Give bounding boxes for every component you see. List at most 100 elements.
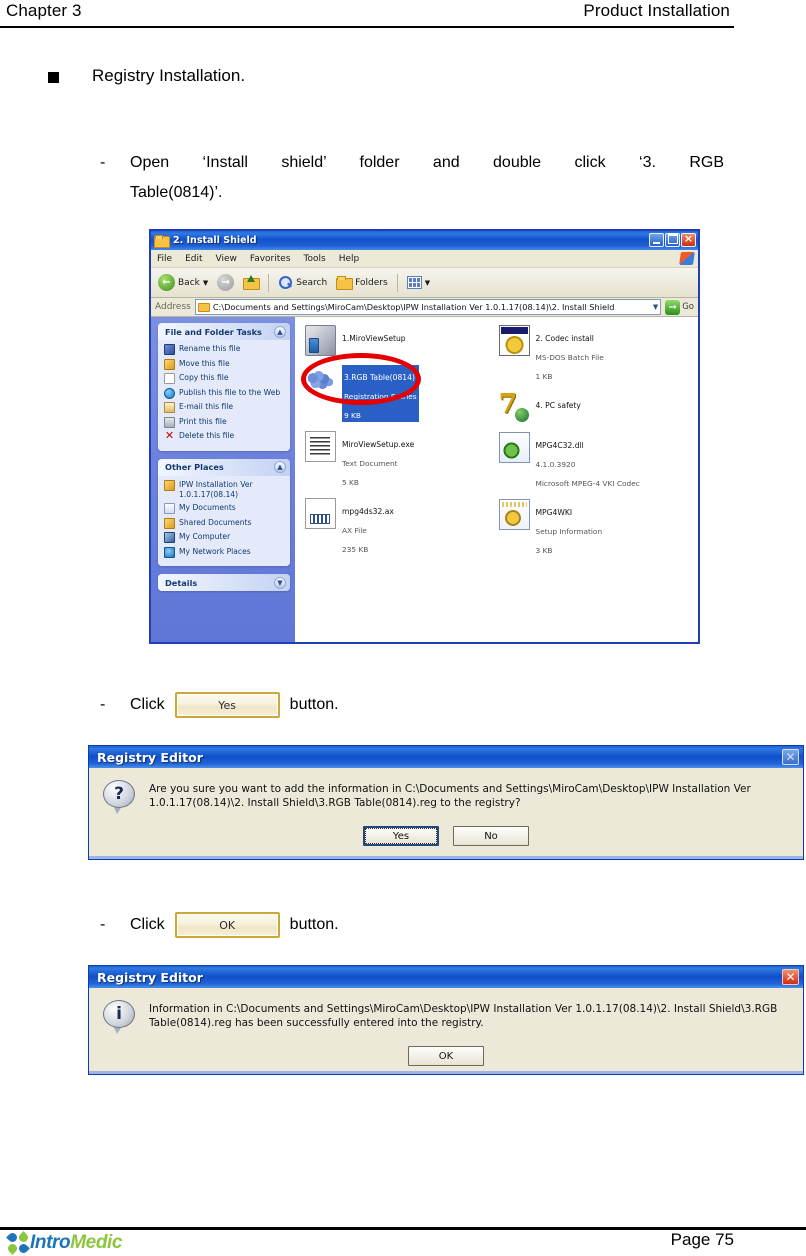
panel-header[interactable]: File and Folder Tasks ▲ [158, 323, 290, 340]
dialog-button-row: Yes No [89, 820, 803, 859]
place-ipw-installation-ver[interactable]: IPW Installation Ver 1.0.1.17(08.14) [164, 479, 286, 500]
file-column-left: 1.MiroViewSetup 3.RGB Table(0814) Regist… [305, 325, 499, 566]
search-label: Search [296, 277, 328, 288]
place-label: IPW Installation Ver 1.0.1.17(08.14) [179, 479, 253, 499]
logo-text-intro: Intro [30, 1232, 71, 1253]
explorer-body: File and Folder Tasks ▲ Rename this file… [151, 317, 698, 642]
folders-button[interactable]: Folders [333, 276, 391, 290]
file-type: MS-DOS Batch File [535, 353, 604, 362]
folder-icon [154, 235, 170, 248]
task-move-this-file[interactable]: Move this file [164, 358, 286, 370]
step-3-suffix: button. [289, 916, 339, 933]
file-item[interactable]: 1.MiroViewSetup [305, 325, 499, 356]
shared-folder-icon [164, 517, 175, 529]
close-icon[interactable] [681, 233, 696, 247]
file-name: MiroViewSetup.exe [342, 440, 415, 449]
step-1-dash: - [100, 154, 106, 171]
task-label: Rename this file [179, 344, 241, 353]
file-size: 3 KB [535, 546, 553, 555]
network-icon [164, 546, 175, 558]
window-controls [649, 233, 696, 247]
dialog-footer-strip [89, 1071, 803, 1074]
menu-item-view[interactable]: View [216, 254, 237, 264]
task-email-this-file[interactable]: E-mail this file [164, 402, 286, 413]
selected-file: 3.RGB Table(0814) Registration Entries 9… [342, 365, 419, 422]
no-button[interactable]: No [453, 826, 529, 846]
views-button[interactable]: ▼ [404, 276, 433, 289]
panel-body: Rename this file Move this file Copy thi… [158, 340, 290, 451]
expand-icon[interactable]: ▼ [274, 576, 286, 589]
task-publish-this-file-to-the-web[interactable]: Publish this file to the Web [164, 387, 286, 399]
task-delete-this-file[interactable]: ✕ Delete this file [164, 430, 286, 442]
place-my-network-places[interactable]: My Network Places [164, 546, 286, 558]
go-label: Go [682, 302, 694, 312]
place-my-computer[interactable]: My Computer [164, 532, 286, 543]
task-rename-this-file[interactable]: Rename this file [164, 344, 286, 355]
file-name: mpg4ds32.ax [342, 507, 394, 516]
search-button[interactable]: Search [275, 275, 330, 290]
address-chevron-down-icon[interactable]: ▼ [653, 303, 658, 311]
forward-button[interactable]: → [214, 274, 237, 291]
file-item[interactable]: 2. Codec install MS-DOS Batch File 1 KB [498, 325, 693, 383]
windows-flag-icon [679, 252, 695, 265]
menu-item-tools[interactable]: Tools [304, 254, 326, 264]
file-name: MPG4WKI [535, 508, 573, 517]
file-item[interactable]: MPG4C32.dll 4.1.0.3920 Microsoft MPEG-4 … [498, 432, 693, 490]
views-chevron-down-icon[interactable]: ▼ [425, 279, 430, 287]
explorer-window-screenshot: 2. Install Shield File Edit View Favorit… [149, 229, 700, 644]
explorer-file-list[interactable]: 1.MiroViewSetup 3.RGB Table(0814) Regist… [295, 317, 698, 642]
header-rule [0, 26, 734, 28]
registration-entries-icon [305, 365, 336, 396]
panel-header[interactable]: Other Places ▲ [158, 458, 290, 476]
menu-item-help[interactable]: Help [339, 254, 360, 264]
menu-item-edit[interactable]: Edit [185, 254, 202, 264]
back-button[interactable]: ← Back ▼ [155, 274, 211, 291]
yes-button[interactable]: Yes [363, 826, 439, 846]
address-value: C:\Documents and Settings\MiroCam\Deskto… [212, 302, 615, 312]
ok-button[interactable]: OK [408, 1046, 484, 1066]
file-item[interactable]: 3.RGB Table(0814) Registration Entries 9… [305, 365, 499, 422]
file-version: 4.1.0.3920 [535, 460, 576, 469]
minimize-icon[interactable] [649, 233, 664, 247]
place-label: Shared Documents [179, 517, 252, 527]
go-button[interactable]: ➞ Go [665, 299, 698, 315]
menu-item-file[interactable]: File [157, 254, 172, 264]
place-shared-documents[interactable]: Shared Documents [164, 517, 286, 529]
task-copy-this-file[interactable]: Copy this file [164, 373, 286, 384]
step-1-line-2: Table(0814)’. [130, 184, 223, 201]
step-1-line-1: Open ‘Install shield’ folder and double … [130, 154, 724, 171]
task-print-this-file[interactable]: Print this file [164, 416, 286, 428]
printer-icon [164, 416, 175, 428]
file-name: 3.RGB Table(0814) [344, 373, 415, 382]
setup-information-icon [498, 499, 530, 530]
file-column-right: 2. Codec install MS-DOS Batch File 1 KB … [498, 325, 693, 566]
information-glyph: i [116, 1003, 122, 1024]
registry-editor-confirm-dialog: Registry Editor ✕ ? Are you sure you wan… [88, 745, 804, 860]
menu-item-favorites[interactable]: Favorites [250, 254, 291, 264]
dll-file-icon [498, 432, 530, 463]
information-icon: i [103, 1000, 137, 1034]
inline-ok-button[interactable]: OK [174, 912, 280, 938]
collapse-icon[interactable]: ▲ [274, 461, 286, 473]
up-button[interactable] [240, 275, 262, 290]
place-my-documents[interactable]: My Documents [164, 503, 286, 514]
file-name: MPG4C32.dll [535, 441, 584, 450]
panel-header[interactable]: Details ▼ [158, 574, 290, 591]
file-item[interactable]: mpg4ds32.ax AX File 235 KB [305, 498, 499, 556]
panel-other-places: Other Places ▲ IPW Installation Ver 1.0.… [158, 458, 290, 566]
maximize-icon[interactable] [665, 233, 680, 247]
inline-yes-button[interactable]: Yes [174, 692, 280, 718]
file-item[interactable]: MiroViewSetup.exe Text Document 5 KB [305, 431, 499, 489]
close-icon[interactable]: ✕ [782, 749, 799, 765]
batch-file-icon [498, 325, 530, 356]
publish-globe-icon [164, 387, 175, 399]
file-item[interactable]: 4. PC safety [499, 389, 693, 423]
chevron-down-icon[interactable]: ▼ [203, 279, 208, 287]
close-icon[interactable]: ✕ [782, 969, 799, 985]
folders-label: Folders [355, 277, 388, 288]
address-input[interactable]: C:\Documents and Settings\MiroCam\Deskto… [194, 299, 662, 315]
file-type: Setup Information [535, 527, 603, 536]
registry-editor-info-dialog: Registry Editor ✕ i Information in C:\Do… [88, 965, 804, 1075]
collapse-icon[interactable]: ▲ [274, 325, 286, 338]
file-item[interactable]: MPG4WKI Setup Information 3 KB [498, 499, 693, 557]
